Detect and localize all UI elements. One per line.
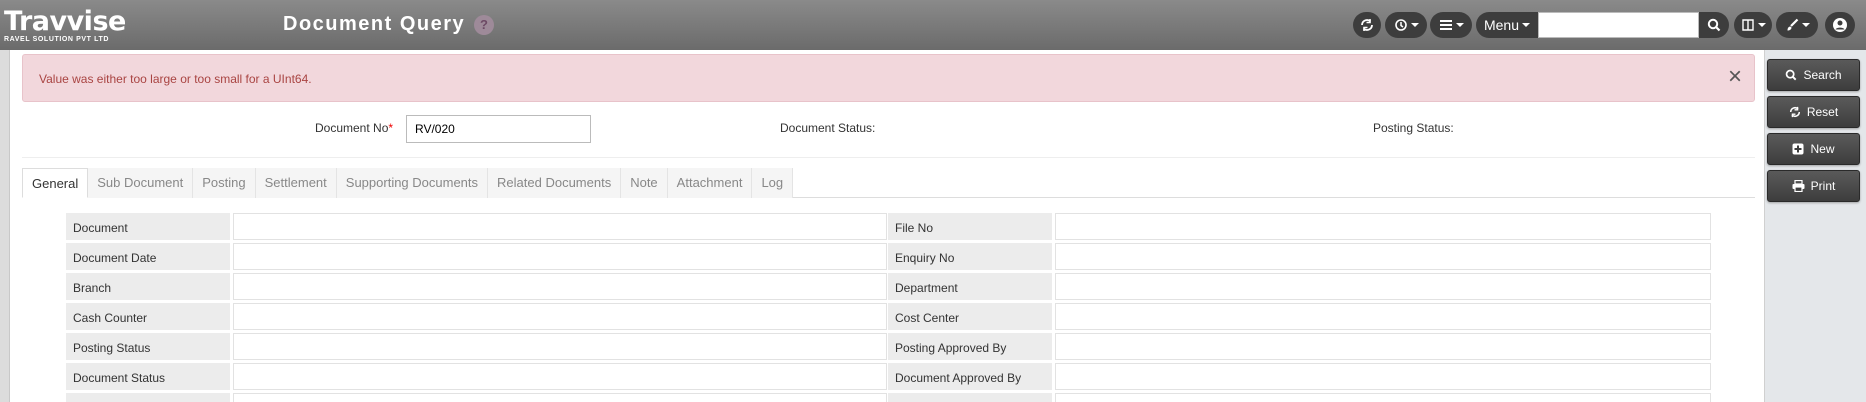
help-icon[interactable]: ? [474, 15, 494, 35]
field-value [1055, 243, 1711, 270]
left-collapse-bar[interactable] [0, 50, 10, 402]
field-label: Posting Approved By [888, 333, 1052, 360]
user-icon [1833, 18, 1847, 32]
field-value [233, 303, 887, 330]
posting-status-label: Posting Status: [1373, 121, 1454, 135]
tab-attachment[interactable]: Attachment [667, 168, 753, 198]
field-value [233, 243, 887, 270]
top-header: Travvise RAVEL SOLUTION PVT LTD Document… [0, 0, 1866, 50]
tab-log[interactable]: Log [752, 168, 794, 198]
document-header [22, 104, 1755, 158]
field-label: Document Date [66, 243, 230, 270]
tab-posting[interactable]: Posting [193, 168, 256, 198]
field-value [233, 273, 887, 300]
field-label: Document [66, 213, 230, 240]
logo-text: Travvise [4, 6, 126, 37]
close-icon[interactable]: × [1728, 65, 1742, 89]
tab-sub-document[interactable]: Sub Document [88, 168, 194, 198]
field-label: File No [888, 213, 1052, 240]
error-alert: Value was either too large or too small … [22, 54, 1755, 102]
plus-square-icon [1792, 143, 1804, 155]
refresh-icon [1361, 19, 1373, 31]
required-marker: * [388, 121, 394, 135]
list-dropdown[interactable] [1430, 12, 1472, 38]
field-value [1055, 363, 1711, 390]
document-status-label: Document Status: [780, 121, 876, 135]
menu-label: Menu [1483, 17, 1520, 33]
table-row: Cash Counter Cost Center [66, 303, 1711, 332]
tab-general[interactable]: General [22, 168, 89, 198]
field-value [233, 333, 887, 360]
print-icon [1792, 180, 1805, 192]
field-value [233, 213, 887, 240]
reset-button-label: Reset [1806, 105, 1839, 119]
field-value [1055, 303, 1711, 330]
chevron-down-icon [1801, 23, 1810, 27]
book-icon [1741, 19, 1754, 31]
history-icon [1394, 19, 1407, 31]
table-row: Document Date Enquiry No [66, 243, 1711, 272]
app-logo[interactable]: Travvise RAVEL SOLUTION PVT LTD [4, 6, 154, 46]
book-dropdown[interactable] [1734, 12, 1772, 38]
chevron-down-icon [1757, 23, 1766, 27]
page-title: Document Query [283, 13, 466, 35]
field-label: Cash Counter [66, 303, 230, 330]
tab-bar: General Sub Document Posting Settlement … [22, 168, 1755, 198]
global-search-button[interactable] [1699, 12, 1729, 38]
chevron-down-icon [1455, 23, 1464, 27]
print-button-label: Print [1810, 179, 1836, 193]
menu-dropdown[interactable]: Menu [1476, 12, 1538, 38]
search-icon [1786, 69, 1797, 81]
table-row: Branch Department [66, 273, 1711, 302]
new-button-label: New [1810, 142, 1835, 156]
field-label [66, 393, 230, 402]
tab-supporting-documents[interactable]: Supporting Documents [336, 168, 489, 198]
table-row: Document File No [66, 213, 1711, 242]
list-icon [1439, 20, 1452, 30]
table-row [66, 393, 1711, 402]
tab-note[interactable]: Note [621, 168, 668, 198]
refresh-button[interactable] [1353, 12, 1381, 38]
rotate-icon [1789, 106, 1800, 118]
field-value [1055, 273, 1711, 300]
field-label: Document Status [66, 363, 230, 390]
history-dropdown[interactable] [1385, 12, 1427, 38]
field-value [233, 393, 887, 402]
chevron-down-icon [1410, 23, 1419, 27]
paintbrush-icon [1787, 18, 1798, 31]
print-button[interactable]: Print [1767, 170, 1860, 202]
field-value [233, 363, 887, 390]
chevron-down-icon [1522, 23, 1531, 27]
field-label: Posting Status [66, 333, 230, 360]
new-button[interactable]: New [1767, 133, 1860, 165]
field-value [1055, 333, 1711, 360]
reset-button[interactable]: Reset [1767, 96, 1860, 128]
document-no-input[interactable] [406, 115, 591, 143]
field-label: Branch [66, 273, 230, 300]
alert-message: Value was either too large or too small … [39, 72, 312, 86]
field-label [888, 393, 1052, 402]
field-label: Cost Center [888, 303, 1052, 330]
table-row: Posting Status Posting Approved By [66, 333, 1711, 362]
theme-dropdown[interactable] [1776, 12, 1818, 38]
doc-no-label-text: Document No [315, 121, 389, 135]
user-button[interactable] [1825, 12, 1855, 38]
table-row: Document Status Document Approved By [66, 363, 1711, 392]
field-label: Department [888, 273, 1052, 300]
search-button-label: Search [1803, 68, 1842, 82]
logo-tagline: RAVEL SOLUTION PVT LTD [4, 36, 109, 43]
field-label: Document Approved By [888, 363, 1052, 390]
global-search-input[interactable] [1538, 12, 1699, 38]
tab-related-documents[interactable]: Related Documents [488, 168, 622, 198]
tab-settlement[interactable]: Settlement [255, 168, 337, 198]
doc-no-label: Document No* [315, 121, 393, 135]
field-value [1055, 393, 1711, 402]
field-value [1055, 213, 1711, 240]
search-button[interactable]: Search [1767, 59, 1860, 91]
field-label: Enquiry No [888, 243, 1052, 270]
search-icon [1707, 18, 1721, 32]
